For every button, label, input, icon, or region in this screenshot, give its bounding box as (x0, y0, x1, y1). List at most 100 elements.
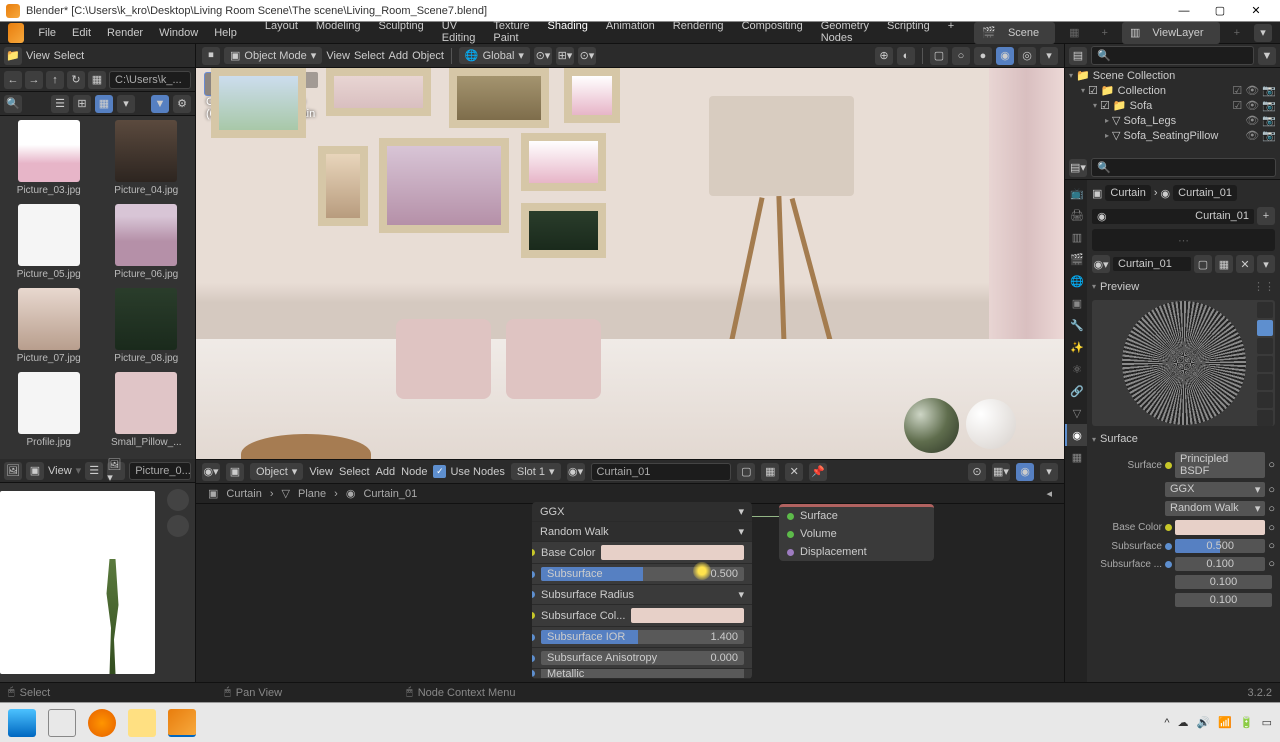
mat-dropdown-icon[interactable]: ▾ (1257, 255, 1275, 273)
search-icon[interactable]: 🔍 (4, 95, 22, 113)
nodeed-mat-browse-icon[interactable]: ◉▾ (567, 463, 585, 481)
node-color-swatch[interactable] (631, 608, 744, 623)
node-value-slider[interactable]: Subsurface Anisotropy0.000 (541, 651, 744, 665)
blender-icon[interactable] (8, 23, 24, 43)
tray-chevron-icon[interactable]: ^ (1164, 717, 1169, 729)
node-input-row[interactable]: Subsurface IOR1.400 (532, 627, 752, 648)
node-color-swatch[interactable] (601, 545, 744, 560)
mat-unlink-icon[interactable]: ✕ (1236, 255, 1254, 273)
props-editor-icon[interactable]: ▤▾ (1069, 159, 1087, 177)
imged-mode-icon[interactable]: ▣ (26, 462, 44, 480)
imged-image-icon[interactable]: 🖼▾ (107, 462, 125, 480)
file-explorer-icon[interactable] (128, 709, 156, 737)
nodeed-menu-view[interactable]: View (309, 466, 333, 478)
outliner-editor-icon[interactable]: ▤ (1069, 47, 1087, 65)
nodeed-mode-icon[interactable]: ▣ (226, 463, 244, 481)
props-search[interactable]: 🔍 (1091, 158, 1276, 177)
nodeed-dropdown-icon[interactable]: ▾ (1040, 463, 1058, 481)
xray-icon[interactable]: ▢ (930, 47, 948, 65)
minimize-button[interactable]: — (1166, 0, 1202, 22)
overlays-toggle-icon[interactable]: ◐ (897, 47, 915, 65)
node-sss-method[interactable]: Random Walk ▾ (532, 522, 752, 542)
preview-panel-header[interactable]: ▾ Preview⋮⋮ (1092, 277, 1275, 296)
props-tab-render-icon[interactable]: 📺 (1065, 182, 1087, 204)
scene-selector[interactable]: 🎬 Scene (974, 22, 1055, 44)
prop-subsurface-radius[interactable]: 0.100 (1175, 593, 1272, 607)
mode-selector[interactable]: ▣ Object Mode ▾ (224, 47, 322, 64)
file-item[interactable]: Picture_05.jpg (4, 204, 94, 280)
nav-fwd-icon[interactable]: → (25, 71, 43, 89)
fb-menu-view[interactable]: View (26, 50, 50, 62)
tray-wifi-icon[interactable]: 📶 (1218, 716, 1232, 729)
tray-volume-icon[interactable]: 🔊 (1196, 716, 1210, 729)
imged-browse-icon[interactable]: ☰ (85, 462, 103, 480)
file-item[interactable]: Profile.jpg (4, 372, 94, 448)
node-output-surface[interactable]: Surface (800, 510, 838, 522)
fb-editor-type-icon[interactable]: 📁 (4, 47, 22, 65)
props-tab-particles-icon[interactable]: ✨ (1065, 336, 1087, 358)
nodeed-snap-icon[interactable]: ⊙ (968, 463, 986, 481)
prop-sss-method[interactable]: Random Walk▾ (1165, 501, 1265, 516)
file-item[interactable]: Small_Pillow_... (102, 372, 192, 448)
file-item[interactable]: Picture_04.jpg (102, 120, 192, 196)
scene-browse-icon[interactable]: ▦ (1061, 23, 1087, 42)
preview-sphere-icon[interactable] (1257, 320, 1273, 336)
nodeed-unlink-icon[interactable]: ✕ (785, 463, 803, 481)
material-name[interactable]: Curtain_01 (1113, 257, 1191, 271)
mat-browse-icon[interactable]: ◉▾ (1092, 255, 1110, 273)
preview-fluid-icon[interactable] (1257, 410, 1273, 426)
vp-menu-add[interactable]: Add (389, 50, 409, 62)
imged-image-name[interactable]: Picture_0... (129, 462, 191, 480)
nodeed-type-selector[interactable]: Object ▾ (250, 463, 303, 480)
outliner-row[interactable]: ▾ ☑ 📁 Collection☑ 👁 📷 (1065, 83, 1280, 98)
node-input-row[interactable]: Subsurface Radius▾ (532, 585, 752, 605)
props-tab-constraints-icon[interactable]: 🔗 (1065, 380, 1087, 402)
surface-panel-header[interactable]: ▾ Surface (1092, 430, 1275, 448)
mat-pin-icon[interactable]: ▢ (1194, 255, 1212, 273)
node-input-row[interactable]: Subsurface0.500 (532, 564, 752, 585)
nodeed-editor-type-icon[interactable]: ◉▾ (202, 463, 220, 481)
props-tab-output-icon[interactable]: 🖨 (1065, 204, 1087, 226)
node-canvas[interactable]: GGX ▾ Random Walk ▾ Base ColorSubsurface… (196, 504, 1064, 682)
nodeed-copy-icon[interactable]: ▦ (761, 463, 779, 481)
file-item[interactable]: Picture_06.jpg (102, 204, 192, 280)
imged-menu-view[interactable]: View (48, 465, 72, 477)
vp-menu-select[interactable]: Select (354, 50, 385, 62)
shading-matprev-icon[interactable]: ◉ (996, 47, 1014, 65)
prop-distribution[interactable]: GGX▾ (1165, 482, 1265, 497)
viewlayer-new-icon[interactable]: + (1226, 24, 1248, 42)
outliner[interactable]: ▾ 📁 Scene Collection ▾ ☑ 📁 Collection☑ 👁… (1065, 68, 1280, 156)
material-slot[interactable]: ◉ Curtain_01 (1092, 209, 1254, 224)
node-crumb[interactable]: Plane (298, 488, 326, 500)
nodeed-backdrop-icon[interactable]: ◉ (1016, 463, 1034, 481)
maximize-button[interactable]: ▢ (1202, 0, 1238, 22)
mat-new-icon[interactable]: ▦ (1215, 255, 1233, 273)
node-value-slider[interactable]: Subsurface IOR1.400 (541, 630, 744, 644)
node-value-slider[interactable]: Subsurface0.500 (541, 567, 744, 581)
file-item[interactable]: Picture_07.jpg (4, 288, 94, 364)
firefox-icon[interactable] (88, 709, 116, 737)
node-value-slider[interactable]: Metallic (541, 669, 744, 679)
nav-refresh-icon[interactable]: ↻ (67, 71, 85, 89)
props-tab-scene-icon[interactable]: 🎬 (1065, 248, 1087, 270)
nav-up-icon[interactable]: ↑ (46, 71, 64, 89)
menu-edit[interactable]: Edit (64, 24, 99, 42)
props-tab-modifiers-icon[interactable]: 🔧 (1065, 314, 1087, 336)
gizmo-toggle-icon[interactable]: ⊕ (875, 47, 893, 65)
proportional-icon[interactable]: ⊙▾ (578, 47, 596, 65)
image-view[interactable] (0, 483, 195, 682)
shading-render-icon[interactable]: ◎ (1018, 47, 1036, 65)
outliner-search[interactable]: 🔍 (1091, 46, 1254, 65)
node-crumb[interactable]: Curtain_01 (363, 488, 417, 500)
blender-taskbar-icon[interactable] (168, 709, 196, 737)
shading-wire-icon[interactable]: ○ (952, 47, 970, 65)
preview-flat-icon[interactable] (1257, 302, 1273, 318)
viewlayer-selector[interactable]: ▥ ViewLayer (1122, 22, 1220, 44)
node-input-row[interactable]: Base Color (532, 542, 752, 564)
nodeed-menu-select[interactable]: Select (339, 466, 370, 478)
nodeed-slot[interactable]: Slot 1 ▾ (511, 463, 561, 480)
props-tab-viewlayer-icon[interactable]: ▥ (1065, 226, 1087, 248)
tray-lang-icon[interactable]: ▭ (1262, 716, 1272, 729)
node-material-output[interactable]: Surface Volume Displacement (779, 504, 934, 561)
path-input[interactable]: C:\Users\k_... (109, 71, 191, 89)
